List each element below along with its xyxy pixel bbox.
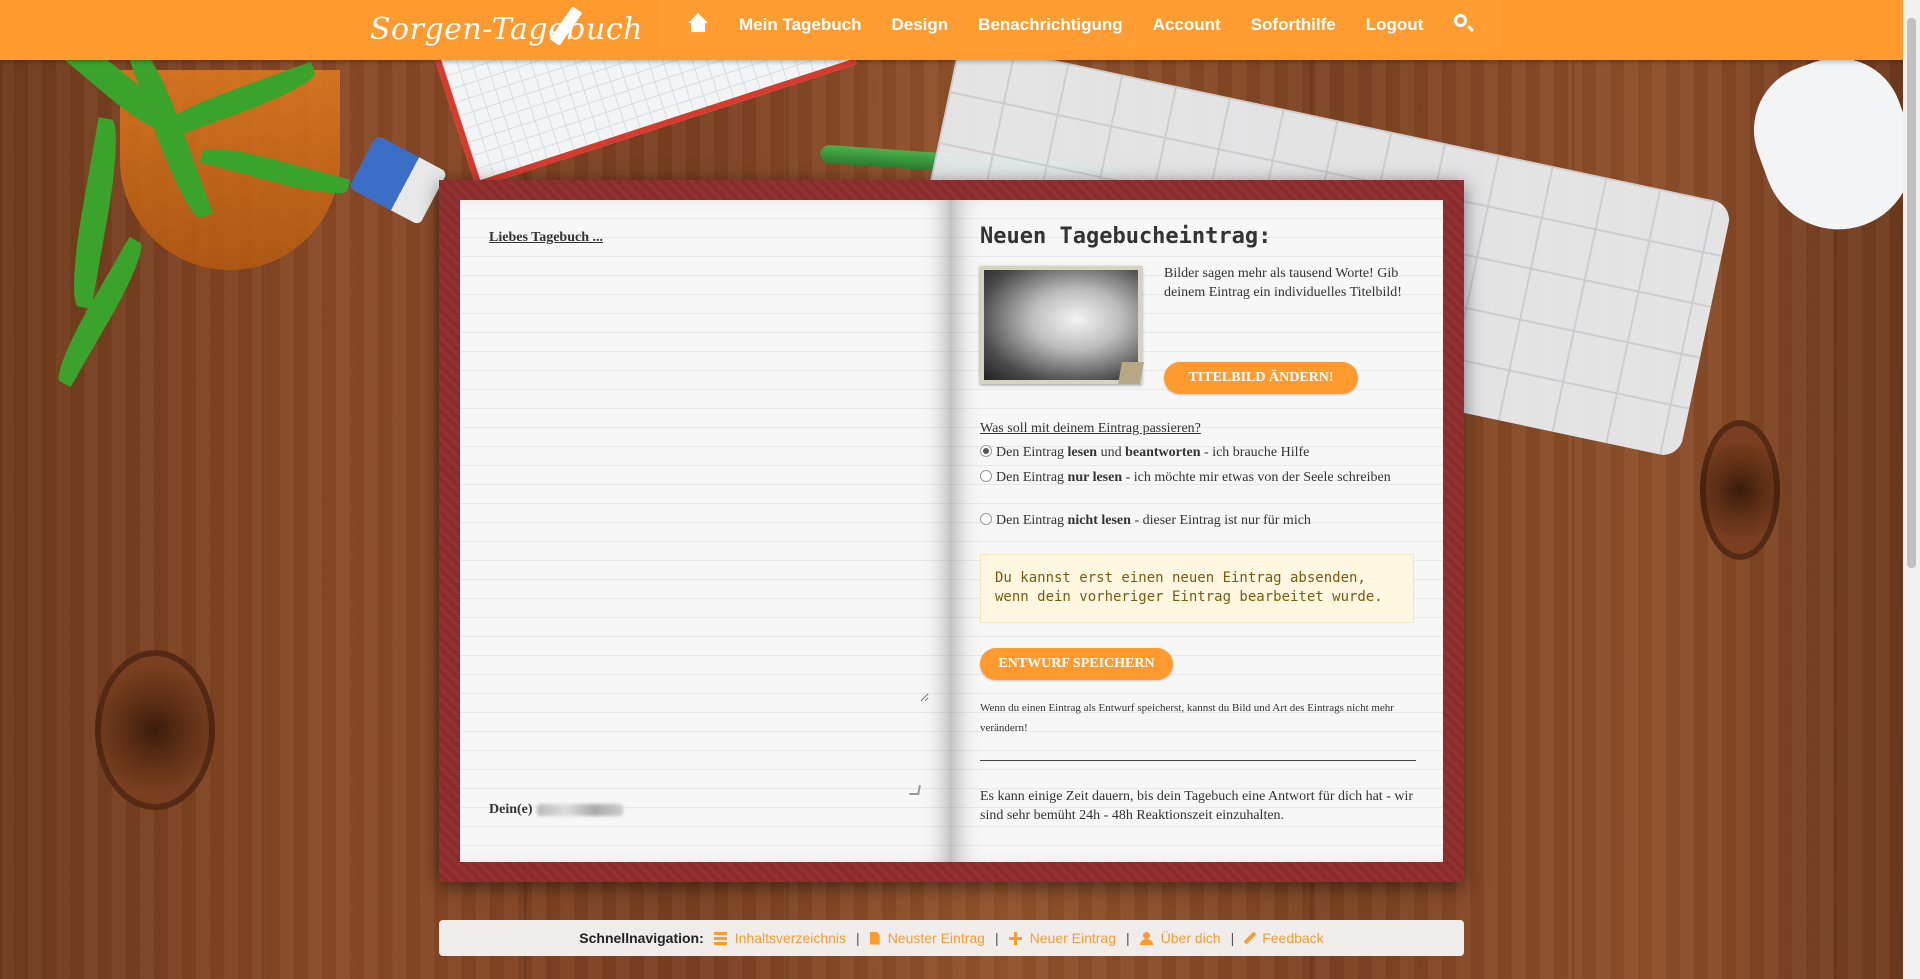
nav-soforthilfe[interactable]: Soforthilfe	[1236, 15, 1351, 35]
user-icon	[1139, 931, 1153, 945]
radio-read-and-answer[interactable]	[980, 445, 992, 457]
nav-design[interactable]: Design	[876, 15, 963, 35]
signature-prefix: Dein(e)	[489, 802, 533, 817]
textarea-resize-grip[interactable]	[909, 785, 921, 795]
search-icon	[1453, 13, 1473, 33]
left-page: Liebes Tagebuch ... Dein(e)	[460, 200, 952, 862]
nav-account[interactable]: Account	[1138, 15, 1236, 35]
change-cover-button[interactable]: TITELBILD ÄNDERN!	[1164, 362, 1358, 394]
pencil-icon	[1243, 931, 1257, 945]
quicknav-separator: |	[1230, 930, 1235, 946]
response-time-note: Es kann einige Zeit dauern, bis dein Tag…	[980, 789, 1414, 823]
quicknav-inhaltsverzeichnis[interactable]: Inhaltsverzeichnis	[713, 930, 846, 946]
quicknav-separator: |	[1126, 930, 1130, 946]
quicknav-separator: |	[994, 930, 999, 946]
quicknav-feedback[interactable]: Feedback	[1243, 930, 1324, 946]
scrollbar-thumb[interactable]	[1907, 18, 1916, 568]
nav-home[interactable]	[674, 12, 724, 38]
new-entry-title: Neuen Tagebucheintrag:	[980, 224, 1272, 249]
radio-read-only[interactable]	[980, 470, 992, 482]
nav-mein-tagebuch[interactable]: Mein Tagebuch	[724, 15, 876, 35]
wood-knot	[95, 650, 215, 810]
quick-navigation: Schnellnavigation: Inhaltsverzeichnis | …	[439, 920, 1464, 956]
quicknav-ueber-dich[interactable]: Über dich	[1139, 930, 1221, 946]
diary-book: Liebes Tagebuch ... Dein(e) Neuen Tagebu…	[439, 180, 1464, 882]
option-do-not-read[interactable]: Den Eintrag nicht lesen - dieser Eintrag…	[980, 511, 1420, 530]
save-draft-button[interactable]: ENTWURF SPEICHERN	[980, 648, 1173, 680]
cover-image	[980, 266, 1142, 384]
diary-greeting: Liebes Tagebuch ...	[489, 230, 603, 245]
home-icon	[688, 12, 709, 33]
eraser-decoration	[348, 134, 448, 226]
nav-benachrichtigung[interactable]: Benachrichtigung	[963, 15, 1138, 35]
option-read-only[interactable]: Den Eintrag nur lesen - ich möchte mir e…	[980, 468, 1420, 487]
radio-do-not-read[interactable]	[980, 513, 992, 525]
list-icon	[713, 931, 727, 945]
blurred-username	[536, 804, 623, 816]
main-nav: Mein Tagebuch Design Benachrichtigung Ac…	[662, 0, 1501, 50]
site-logo[interactable]: Sorgen-Tagebuch	[370, 4, 643, 56]
file-icon	[869, 931, 880, 945]
quicknav-separator: |	[856, 930, 860, 946]
quicknav-neuster-eintrag[interactable]: Neuster Eintrag	[869, 930, 985, 946]
right-page: Neuen Tagebucheintrag: Bilder sagen mehr…	[952, 200, 1443, 862]
entry-textarea[interactable]	[484, 252, 929, 702]
nav-logout[interactable]: Logout	[1351, 15, 1439, 35]
divider	[980, 760, 1416, 761]
mouse-decoration	[1735, 39, 1920, 251]
entry-mode-question: Was soll mit deinem Eintrag passieren?	[980, 421, 1201, 436]
option-read-and-answer[interactable]: Den Eintrag lesen und beantworten - ich …	[980, 443, 1420, 462]
top-header: Sorgen-Tagebuch Mein Tagebuch Design Ben…	[0, 0, 1920, 60]
nav-search[interactable]	[1438, 13, 1488, 38]
quicknav-label: Schnellnavigation:	[579, 930, 704, 946]
quicknav-neuer-eintrag[interactable]: Neuer Eintrag	[1008, 930, 1116, 946]
draft-note: Wenn du einen Eintrag als Entwurf speich…	[980, 702, 1394, 734]
cover-image-text: Bilder sagen mehr als tausend Worte! Gib…	[1164, 266, 1402, 300]
signature: Dein(e)	[489, 802, 623, 818]
plus-icon	[1008, 931, 1022, 945]
pending-entry-notice: Du kannst erst einen neuen Eintrag absen…	[980, 554, 1414, 623]
page-scrollbar[interactable]	[1903, 0, 1920, 979]
wood-knot	[1700, 420, 1780, 560]
